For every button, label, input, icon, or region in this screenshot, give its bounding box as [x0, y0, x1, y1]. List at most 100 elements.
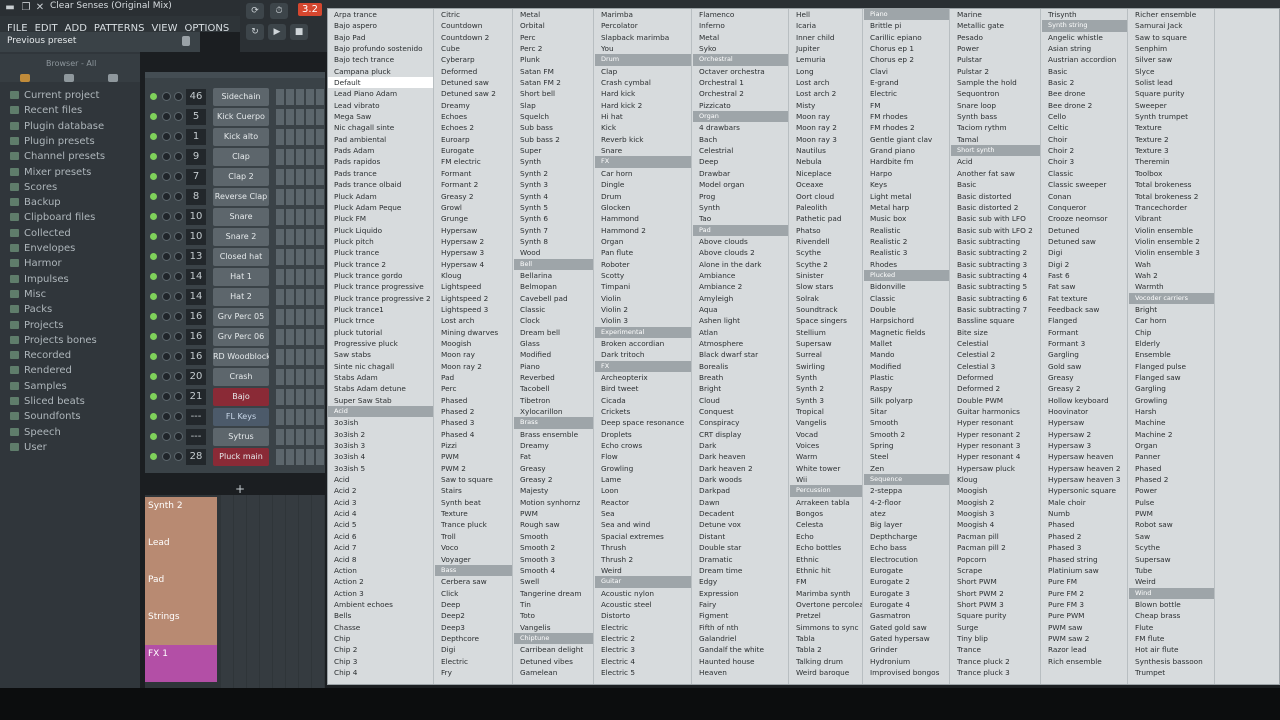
speaker-icon[interactable] — [108, 74, 118, 82]
preset-item[interactable]: Lost arch 2 — [790, 88, 862, 99]
preset-item[interactable]: Machine 2 — [1129, 429, 1214, 440]
preset-item[interactable]: Harpo — [864, 168, 949, 179]
preset-item[interactable]: Magnetic fields — [864, 327, 949, 338]
preset-item[interactable]: Car horn — [1129, 315, 1214, 326]
preset-item[interactable]: Electric 2 — [595, 633, 691, 644]
preset-item[interactable]: Smooth 2 — [864, 429, 949, 440]
preset-item[interactable]: Tao — [693, 213, 788, 224]
preset-item[interactable]: Smooth 3 — [514, 554, 593, 565]
preset-item[interactable]: Drum — [595, 191, 691, 202]
pan-knob[interactable] — [162, 372, 171, 381]
preset-item[interactable]: Tiny blip — [951, 633, 1040, 644]
preset-item[interactable]: Rivendell — [790, 236, 862, 247]
preset-item[interactable]: Citric — [435, 9, 512, 20]
preset-item[interactable]: Chip 3 — [328, 656, 433, 667]
preset-item[interactable]: Supersaw — [1129, 554, 1214, 565]
preset-item[interactable]: Formant — [435, 168, 512, 179]
preset-item[interactable]: Vangelis — [514, 622, 593, 633]
preset-item[interactable]: Moogish 4 — [951, 519, 1040, 530]
preset-item[interactable]: Moon ray 3 — [790, 134, 862, 145]
preset-item[interactable]: Orchestral 2 — [693, 88, 788, 99]
step-sequencer[interactable] — [276, 309, 325, 325]
preset-item[interactable]: Octaver orchestra — [693, 66, 788, 77]
preset-item[interactable]: Brass ensemble — [514, 429, 593, 440]
preset-item[interactable]: Greasy — [1042, 372, 1127, 383]
preset-item[interactable]: Richer ensemble — [1129, 9, 1214, 20]
preset-item[interactable]: Digi — [435, 644, 512, 655]
preset-item[interactable]: Classic — [1042, 168, 1127, 179]
volume-knob[interactable] — [174, 452, 183, 461]
preset-item[interactable]: Fairy — [693, 599, 788, 610]
preset-item[interactable]: Weird — [595, 565, 691, 576]
preset-item[interactable]: Synth 7 — [514, 225, 593, 236]
preset-item[interactable]: Bite size — [951, 327, 1040, 338]
preset-item[interactable]: Mining dwarves — [435, 327, 512, 338]
preset-item[interactable]: Basic — [951, 179, 1040, 190]
preset-item[interactable]: Archeopterix — [595, 372, 691, 383]
preset-item[interactable]: Slap — [514, 100, 593, 111]
preset-item[interactable]: Bajo tech trance — [328, 54, 433, 65]
browser-item-collected[interactable]: Collected — [10, 228, 71, 242]
preset-item[interactable]: White tower — [790, 463, 862, 474]
preset-item[interactable]: Modified — [864, 361, 949, 372]
preset-item[interactable]: Phased — [1129, 463, 1214, 474]
preset-item[interactable]: Flanged pulse — [1129, 361, 1214, 372]
step-sequencer[interactable] — [276, 129, 325, 145]
preset-item[interactable]: Cicada — [595, 395, 691, 406]
channel-mute-led[interactable] — [150, 253, 157, 260]
preset-item[interactable]: Eurogate 4 — [864, 599, 949, 610]
browser-item-sliced-beats[interactable]: Sliced beats — [10, 396, 85, 410]
preset-item[interactable]: Harpsichord — [864, 315, 949, 326]
channel-mute-led[interactable] — [150, 233, 157, 240]
preset-item[interactable]: Pluck trance 2 — [328, 259, 433, 270]
preset-item[interactable]: Percolator — [595, 20, 691, 31]
preset-item[interactable]: Spring — [864, 440, 949, 451]
preset-item[interactable]: Hyper resonant 3 — [951, 440, 1040, 451]
preset-item[interactable]: Kloug — [435, 270, 512, 281]
preset-item[interactable]: Phased 2 — [1042, 531, 1127, 542]
browser-item-scores[interactable]: Scores — [10, 182, 57, 196]
preset-item[interactable]: Ethnic — [790, 554, 862, 565]
preset-item[interactable]: Conspiracy — [693, 417, 788, 428]
browser-item-clipboard-files[interactable]: Clipboard files — [10, 212, 95, 226]
browser-item-recorded[interactable]: Recorded — [10, 350, 71, 364]
preset-item[interactable]: Distant — [693, 531, 788, 542]
mixer-track-number[interactable]: --- — [186, 429, 206, 445]
preset-item[interactable]: Pads Adam — [328, 145, 433, 156]
preset-item[interactable]: Formant — [1042, 327, 1127, 338]
channel-name-button[interactable]: RD Woodblock — [213, 348, 269, 366]
preset-item[interactable]: Squelch — [514, 111, 593, 122]
mixer-track-number[interactable]: 21 — [186, 389, 206, 405]
preset-item[interactable]: Phased 2 — [435, 406, 512, 417]
preset-item[interactable]: Sea and wind — [595, 519, 691, 530]
preset-item[interactable]: Scythe — [1129, 542, 1214, 553]
preset-item[interactable]: Tropical — [790, 406, 862, 417]
preset-item[interactable]: Dawn — [693, 497, 788, 508]
preset-item[interactable]: Vibrant — [1129, 213, 1214, 224]
preset-item[interactable]: Saw stabs — [328, 349, 433, 360]
preset-item[interactable]: Perc — [514, 32, 593, 43]
preset-item[interactable]: Phased — [435, 395, 512, 406]
preset-item[interactable]: Satan FM 2 — [514, 77, 593, 88]
preset-item[interactable]: Basic distorted 2 — [951, 202, 1040, 213]
preset-item[interactable]: Phased 2 — [1129, 474, 1214, 485]
preset-item[interactable]: Ambiance — [693, 270, 788, 281]
preset-item[interactable]: Roboter — [595, 259, 691, 270]
preset-item[interactable]: Marimba synth — [790, 588, 862, 599]
pan-knob[interactable] — [162, 412, 171, 421]
preset-item[interactable]: Dark heaven 2 — [693, 463, 788, 474]
preset-item[interactable]: Tin — [514, 599, 593, 610]
preset-item[interactable]: Dream bell — [514, 327, 593, 338]
preset-item[interactable]: Another fat saw — [951, 168, 1040, 179]
preset-item[interactable]: Basic subtracting 6 — [951, 293, 1040, 304]
preset-item[interactable]: Hyper resonant 2 — [951, 429, 1040, 440]
volume-knob[interactable] — [174, 412, 183, 421]
preset-item[interactable]: PWM — [435, 451, 512, 462]
pan-knob[interactable] — [162, 112, 171, 121]
preset-item[interactable]: Moogish — [435, 338, 512, 349]
preset-item[interactable]: You — [595, 43, 691, 54]
preset-item[interactable]: Hot air flute — [1129, 644, 1214, 655]
preset-item[interactable]: Bassline square — [951, 315, 1040, 326]
preset-item[interactable]: Gentle giant clav — [864, 134, 949, 145]
preset-item[interactable]: Smooth 2 — [514, 542, 593, 553]
